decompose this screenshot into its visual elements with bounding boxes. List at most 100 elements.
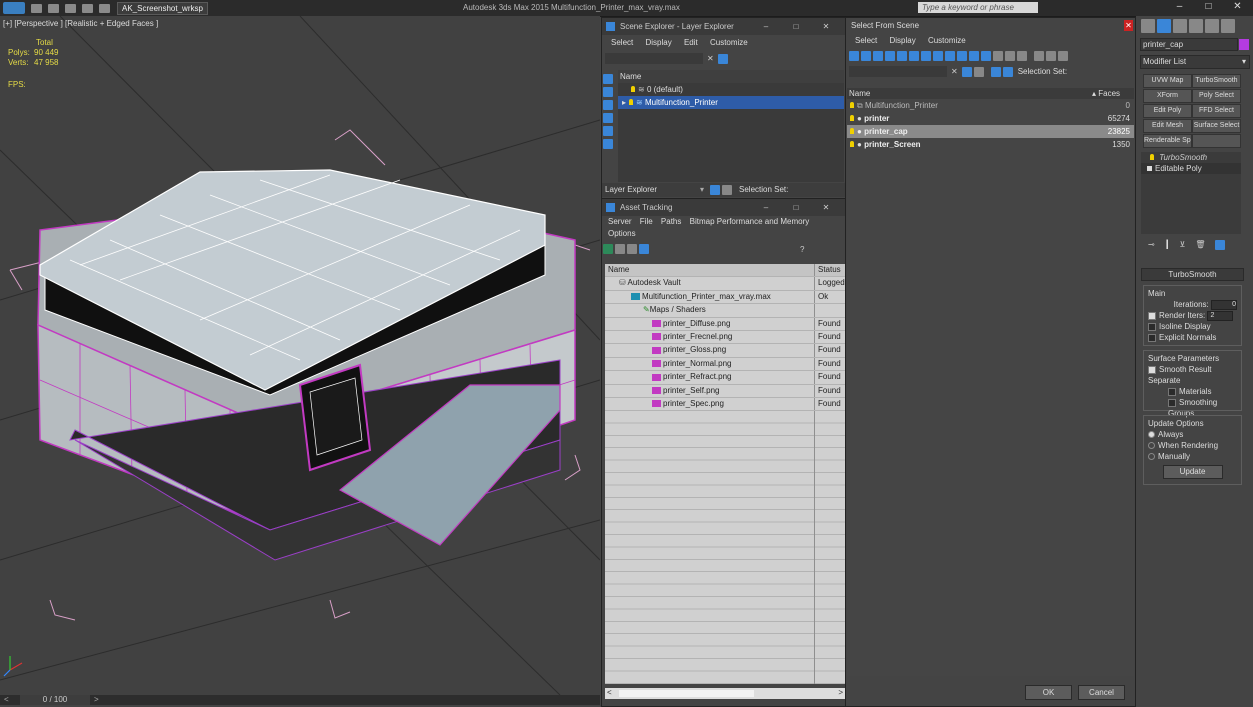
modifier-list-dropdown[interactable]: Modifier List ▾ xyxy=(1140,55,1250,69)
menu-select[interactable]: Select xyxy=(611,38,633,47)
hierarchy-icon[interactable] xyxy=(722,185,733,195)
object-row-selected[interactable]: ● printer_cap 23825 xyxy=(847,125,1134,138)
display-lights-icon[interactable] xyxy=(603,113,613,123)
search-input[interactable]: Type a keyword or phrase xyxy=(918,2,1038,13)
menu-options[interactable]: Options xyxy=(608,229,636,238)
scroll-right-icon[interactable]: > xyxy=(838,688,843,697)
frame-counter[interactable]: 0 / 100 xyxy=(20,695,90,705)
light-bulb-icon[interactable] xyxy=(631,86,635,92)
show-end-result-icon[interactable]: ┃ xyxy=(1165,240,1170,249)
scroll-left-icon[interactable]: < xyxy=(607,688,612,697)
rollout-header[interactable]: TurboSmooth xyxy=(1141,268,1244,281)
display-geometry-icon[interactable] xyxy=(849,51,859,61)
app-menu-icon[interactable] xyxy=(3,2,25,14)
display-lights-icon[interactable] xyxy=(873,51,883,61)
cancel-button[interactable]: Cancel xyxy=(1078,685,1125,700)
maximize-icon[interactable]: □ xyxy=(1194,1,1223,12)
minimize-icon[interactable]: – xyxy=(751,18,781,35)
menu-file[interactable]: File xyxy=(640,217,653,226)
clear-icon[interactable]: ✕ xyxy=(951,67,958,76)
object-color-swatch[interactable] xyxy=(1239,39,1249,50)
remove-modifier-icon[interactable]: 🗑 xyxy=(1195,240,1205,249)
poly-select-button[interactable]: Poly Select xyxy=(1192,89,1241,103)
menu-display[interactable]: Display xyxy=(645,38,671,47)
menu-paths[interactable]: Paths xyxy=(661,217,681,226)
viewport-label[interactable]: [+] [Perspective ] [Realistic + Edged Fa… xyxy=(3,19,158,28)
display-none-icon[interactable] xyxy=(1005,51,1015,61)
menu-select[interactable]: Select xyxy=(855,36,877,45)
find-icon[interactable] xyxy=(961,66,972,77)
minimize-icon[interactable]: – xyxy=(1165,1,1194,12)
display-hidden-icon[interactable] xyxy=(981,51,991,61)
open-file-icon[interactable] xyxy=(48,3,59,13)
asset-row[interactable]: ⛁ Autodesk Vault Logged xyxy=(605,277,845,291)
redo-icon[interactable] xyxy=(99,3,110,13)
close-icon[interactable]: ✕ xyxy=(1124,20,1133,31)
display-objects-icon[interactable] xyxy=(603,74,613,84)
workspace-dropdown[interactable]: AK_Screenshot_wrksp xyxy=(117,1,208,15)
explicit-normals-checkbox[interactable] xyxy=(1148,333,1156,342)
tree-item-multifunction-printer[interactable]: ▸ ≋ Multifunction_Printer xyxy=(618,96,844,109)
help-icon[interactable]: ? xyxy=(800,245,804,254)
display-containers-icon[interactable] xyxy=(957,51,967,61)
edit-poly-button[interactable]: Edit Poly xyxy=(1143,104,1192,118)
light-bulb-icon[interactable] xyxy=(1150,154,1154,160)
object-row[interactable]: ⧉ Multifunction_Printer 0 xyxy=(847,99,1134,112)
modify-tab-icon[interactable] xyxy=(1157,19,1171,33)
display-space-warps-icon[interactable] xyxy=(909,51,919,61)
explorer-type-dropdown[interactable]: Layer Explorer xyxy=(602,183,700,197)
sort-icon[interactable] xyxy=(1046,51,1056,61)
invert-display-icon[interactable] xyxy=(1017,51,1027,61)
menu-customize[interactable]: Customize xyxy=(710,38,748,47)
render-iters-checkbox[interactable] xyxy=(1148,311,1156,320)
update-button[interactable]: Update xyxy=(1162,465,1223,479)
expand-arrow-icon[interactable]: ▸ xyxy=(622,98,626,107)
undo-icon[interactable] xyxy=(82,3,93,13)
menu-display[interactable]: Display xyxy=(889,36,915,45)
hierarchy-tab-icon[interactable] xyxy=(1173,19,1187,33)
asset-row[interactable]: printer_Self.png Found xyxy=(605,384,845,398)
make-unique-icon[interactable]: ⊻ xyxy=(1180,240,1186,249)
manually-radio[interactable] xyxy=(1148,453,1155,461)
close-icon[interactable]: ✕ xyxy=(811,199,841,216)
motion-tab-icon[interactable] xyxy=(1189,19,1203,33)
clear-icon[interactable]: ✕ xyxy=(707,54,714,63)
tree-item-default-layer[interactable]: ≋ 0 (default) xyxy=(618,83,844,96)
menu-edit[interactable]: Edit xyxy=(684,38,698,47)
asset-row[interactable]: printer_Diffuse.png Found xyxy=(605,317,845,331)
display-helpers-icon[interactable] xyxy=(897,51,907,61)
asset-row[interactable]: printer_Normal.png Found xyxy=(605,357,845,372)
renderable-spline-button[interactable]: Renderable Spline xyxy=(1143,134,1192,148)
asset-row[interactable]: printer_Spec.png Found xyxy=(605,397,845,412)
iterations-spinner[interactable]: 0 xyxy=(1211,299,1237,310)
xform-button[interactable]: XForm xyxy=(1143,89,1192,103)
display-frozen-icon[interactable] xyxy=(969,51,979,61)
tree-header[interactable]: Name xyxy=(618,70,844,83)
menu-customize[interactable]: Customize xyxy=(928,36,966,45)
always-radio[interactable] xyxy=(1148,431,1155,439)
chevron-down-icon[interactable]: ▾ xyxy=(1242,56,1246,68)
ffd-select-button[interactable]: FFD Select xyxy=(1192,104,1241,118)
horizontal-scrollbar[interactable]: < > xyxy=(605,688,845,699)
smoothing-groups-checkbox[interactable] xyxy=(1168,398,1176,407)
configure-sets-icon[interactable] xyxy=(1214,239,1225,250)
display-groups-icon[interactable] xyxy=(921,51,931,61)
display-tab-icon[interactable] xyxy=(1205,19,1219,33)
refresh-icon[interactable] xyxy=(603,244,613,254)
select-from-scene-titlebar[interactable]: Select From Scene ✕ xyxy=(846,18,1135,34)
maximize-icon[interactable]: □ xyxy=(781,18,811,35)
display-geometry-icon[interactable] xyxy=(603,87,613,97)
menu-server[interactable]: Server xyxy=(608,217,632,226)
close-icon[interactable]: ✕ xyxy=(811,18,841,35)
object-row[interactable]: ● printer 65274 xyxy=(847,112,1134,125)
layer-toolbar-icon[interactable] xyxy=(710,185,721,195)
surface-select-button[interactable]: Surface Select xyxy=(1192,119,1241,133)
uvw-map-button[interactable]: UVW Map xyxy=(1143,74,1192,88)
stack-item[interactable]: Editable Poly xyxy=(1141,163,1241,174)
filter-icon[interactable] xyxy=(1034,51,1044,61)
display-shapes-icon[interactable] xyxy=(603,100,613,110)
ok-button[interactable]: OK xyxy=(1025,685,1072,700)
column-status[interactable]: Status xyxy=(818,264,841,276)
time-slider[interactable]: < 0 / 100 > xyxy=(0,695,600,705)
light-bulb-icon[interactable] xyxy=(629,99,634,105)
